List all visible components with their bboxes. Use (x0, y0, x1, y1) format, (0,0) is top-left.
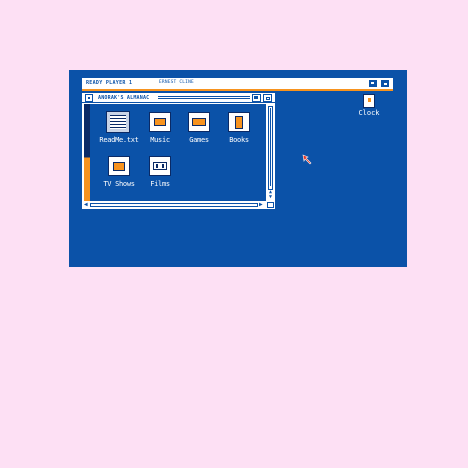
close-icon[interactable] (85, 94, 93, 102)
icon-books[interactable]: Books (216, 112, 260, 148)
scroll-track[interactable] (268, 106, 273, 190)
cassette-icon (149, 112, 171, 132)
window-title-bar[interactable]: ANORAK'S ALMANAC (82, 93, 275, 103)
window-left-border (84, 104, 90, 201)
game-cartridge-icon (188, 112, 210, 132)
icon-label: ReadMe.txt (99, 136, 139, 144)
scroll-right-icon[interactable]: ▶ (259, 202, 263, 208)
scroll-left-icon[interactable]: ◀ (84, 202, 88, 208)
depth-square-icon (370, 81, 375, 85)
clock-icon (363, 94, 375, 108)
horizontal-scrollbar[interactable]: ◀ ▶ (84, 202, 266, 208)
zoom-icon[interactable] (252, 94, 261, 102)
film-icon (149, 156, 171, 176)
book-icon (228, 112, 250, 132)
drawer-window: ANORAK'S ALMANAC ReadMe.txt Music Games … (82, 93, 275, 209)
icon-readme[interactable]: ReadMe.txt (96, 111, 140, 148)
resize-icon[interactable] (267, 202, 274, 208)
depth-square-icon (383, 82, 388, 86)
icon-music[interactable]: Music (137, 112, 181, 148)
icon-tv-shows[interactable]: TV Shows (96, 156, 140, 192)
window-title: ANORAK'S ALMANAC (98, 95, 150, 101)
scroll-thumb[interactable] (270, 108, 271, 186)
desktop-icon-clock[interactable]: Clock (354, 94, 384, 118)
vertical-scrollbar[interactable]: ▲ ▼ (267, 104, 274, 201)
scroll-track[interactable] (90, 203, 258, 207)
tv-icon (108, 156, 130, 176)
author-label: ERNEST CLINE (159, 80, 194, 85)
screen-depth-back-icon[interactable] (368, 79, 378, 88)
drawer-contents: ReadMe.txt Music Games Books TV Shows Fi… (84, 104, 266, 201)
screen-depth-front-icon[interactable] (380, 79, 390, 88)
icon-label: TV Shows (103, 180, 135, 188)
icon-films[interactable]: Films (137, 156, 181, 192)
scroll-down-icon[interactable]: ▼ (267, 195, 274, 200)
text-document-icon (106, 111, 130, 133)
icon-label: Films (150, 180, 170, 188)
mouse-pointer-icon (302, 154, 312, 165)
window-depth-icon[interactable] (263, 94, 272, 102)
icon-label: Books (229, 136, 249, 144)
icon-label: Clock (358, 109, 380, 117)
icon-games[interactable]: Games (176, 112, 220, 148)
screen-title-bar[interactable]: READY PLAYER 1 ERNEST CLINE (82, 78, 393, 91)
app-title: READY PLAYER 1 (86, 80, 133, 86)
title-bar-accent (82, 89, 393, 91)
drag-bar-lines (158, 96, 250, 100)
workbench-screen: READY PLAYER 1 ERNEST CLINE ANORAK'S ALM… (69, 70, 407, 267)
